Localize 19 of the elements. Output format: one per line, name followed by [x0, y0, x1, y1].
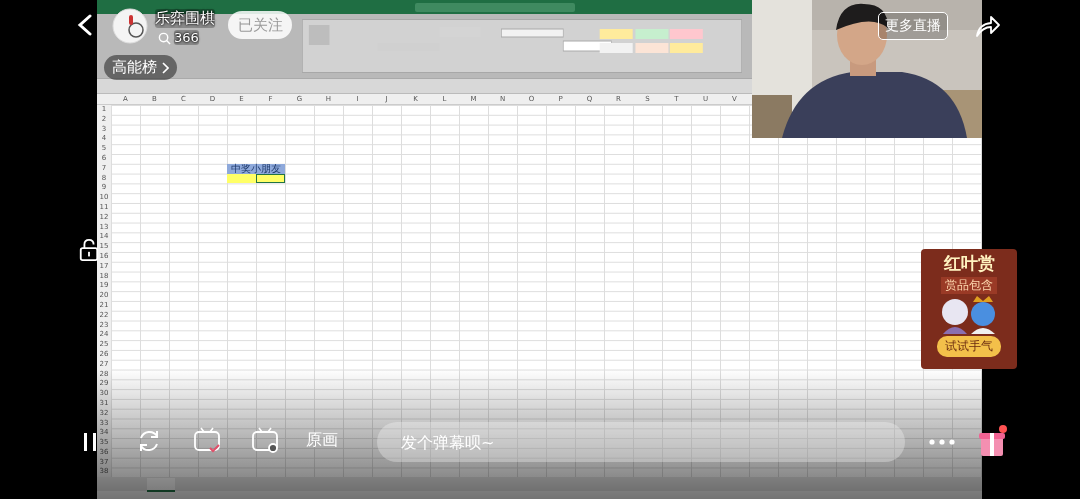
lock-icon[interactable]	[78, 238, 100, 262]
pause-icon[interactable]	[82, 432, 98, 452]
promo-card[interactable]: 红叶赏 赏品包含 试试手气	[921, 249, 1017, 369]
selected-cell[interactable]	[256, 173, 285, 184]
promo-title: 红叶赏	[943, 252, 995, 275]
rank-button[interactable]: 高能榜	[104, 55, 177, 80]
danmaku-settings-icon[interactable]	[251, 426, 279, 454]
highlighted-cell	[227, 173, 256, 184]
back-icon[interactable]	[76, 14, 94, 36]
chevron-icon	[161, 61, 169, 74]
promo-subtitle: 赏品包含	[941, 277, 997, 294]
gift-icon[interactable]	[977, 424, 1007, 458]
table-cell: 中奖小朋友	[227, 163, 285, 174]
sheet-tab[interactable]	[147, 478, 175, 492]
viewers-icon	[158, 32, 171, 45]
try-luck-button[interactable]: 试试手气	[937, 336, 1001, 357]
avatar-icon[interactable]	[112, 8, 148, 44]
danmaku-on-icon[interactable]	[193, 426, 221, 454]
share-icon[interactable]	[975, 14, 1001, 38]
